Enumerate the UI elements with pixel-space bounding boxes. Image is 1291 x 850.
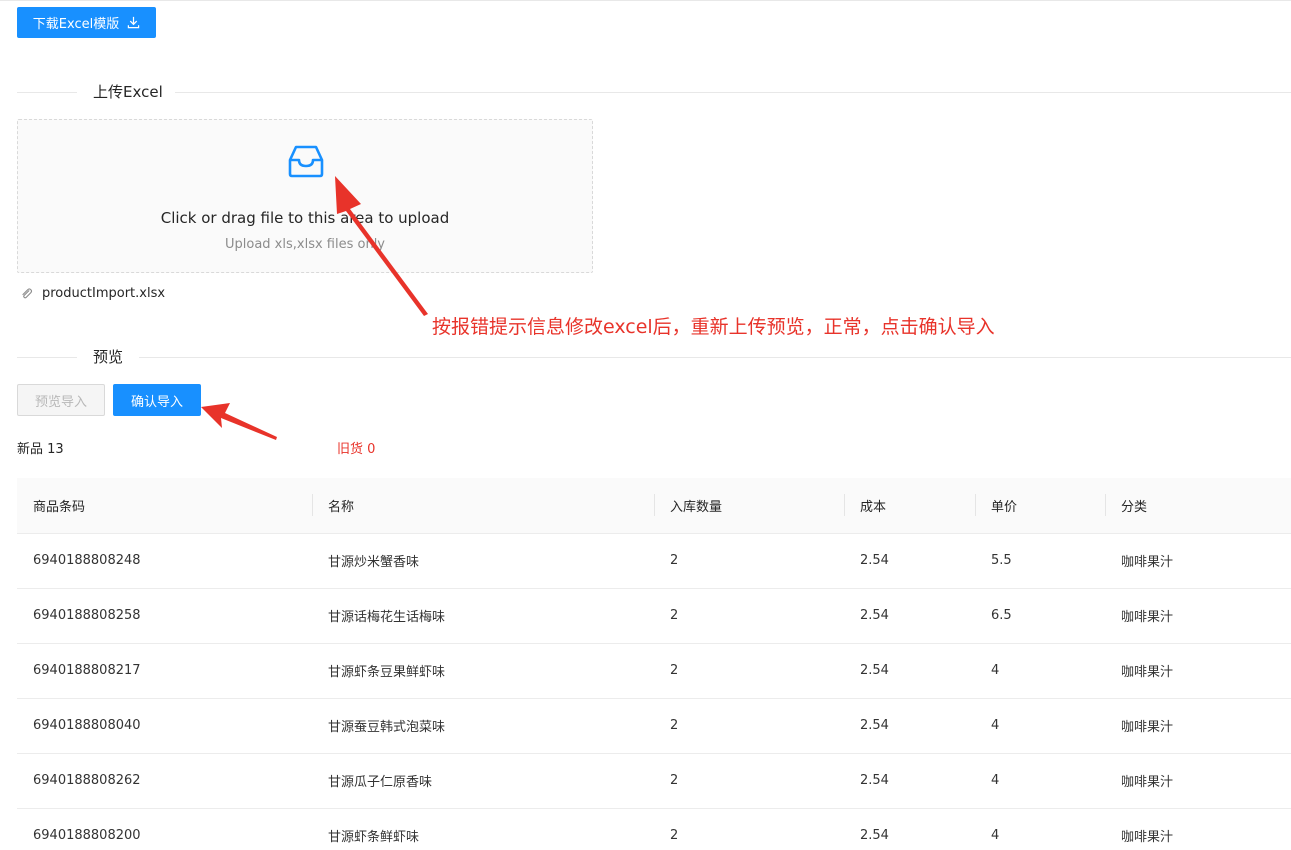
cell-name: 甘源瓜子仁原香味 bbox=[312, 753, 654, 809]
upload-section-divider: 上传Excel bbox=[17, 82, 1291, 102]
upload-section-title: 上传Excel bbox=[93, 83, 163, 101]
header-text: 分类 bbox=[1121, 499, 1148, 515]
cell-cost: 2.54 bbox=[844, 643, 975, 699]
new-items-count: 新品 13 bbox=[17, 442, 64, 457]
cell-cost: 2.54 bbox=[844, 698, 975, 754]
column-separator bbox=[975, 494, 976, 516]
cell-quantity: 2 bbox=[654, 533, 844, 589]
table-row: 6940188808262 甘源瓜子仁原香味 2 2.54 4 咖啡果汁 bbox=[17, 753, 1291, 809]
annotation-text: 按报错提示信息修改excel后，重新上传预览，正常，点击确认导入 bbox=[432, 316, 995, 338]
confirm-import-button[interactable]: 确认导入 bbox=[113, 384, 201, 416]
cell-barcode: 6940188808217 bbox=[17, 643, 312, 699]
cell-cost: 2.54 bbox=[844, 808, 975, 850]
cell-price: 4 bbox=[975, 753, 1105, 809]
cell-cost: 2.54 bbox=[844, 533, 975, 589]
old-items-count: 旧货 0 bbox=[337, 442, 376, 457]
header-text: 成本 bbox=[860, 499, 887, 515]
cell-quantity: 2 bbox=[654, 643, 844, 699]
column-separator bbox=[1105, 494, 1106, 516]
cell-name: 甘源虾条鲜虾味 bbox=[312, 808, 654, 850]
cell-quantity: 2 bbox=[654, 753, 844, 809]
table-row: 6940188808217 甘源虾条豆果鲜虾味 2 2.54 4 咖啡果汁 bbox=[17, 643, 1291, 699]
table-header-row: 商品条码 名称 入库数量 成本 单价 分类 bbox=[17, 478, 1291, 534]
cell-barcode: 6940188808262 bbox=[17, 753, 312, 809]
cell-price: 5.5 bbox=[975, 533, 1105, 589]
cell-category: 咖啡果汁 bbox=[1105, 643, 1291, 699]
cell-category: 咖啡果汁 bbox=[1105, 698, 1291, 754]
cell-barcode: 6940188808200 bbox=[17, 808, 312, 850]
cell-price: 4 bbox=[975, 643, 1105, 699]
cell-price: 6.5 bbox=[975, 588, 1105, 644]
divider-line-left bbox=[17, 357, 77, 358]
cell-cost: 2.54 bbox=[844, 753, 975, 809]
cell-name: 甘源蚕豆韩式泡菜味 bbox=[312, 698, 654, 754]
cell-price: 4 bbox=[975, 808, 1105, 850]
header-text: 单价 bbox=[991, 499, 1018, 515]
column-header-price: 单价 bbox=[975, 478, 1105, 534]
divider-line-right bbox=[175, 92, 1291, 93]
cell-name: 甘源话梅花生话梅味 bbox=[312, 588, 654, 644]
preview-table: 商品条码 名称 入库数量 成本 单价 分类 6940188808248 甘源炒米蟹… bbox=[17, 478, 1291, 850]
uploaded-file-name: productImport.xlsx bbox=[42, 285, 166, 301]
download-template-label: 下载Excel模版 bbox=[32, 17, 120, 32]
cell-barcode: 6940188808040 bbox=[17, 698, 312, 754]
cell-barcode: 6940188808248 bbox=[17, 533, 312, 589]
dropzone-hint-text: Upload xls,xlsx files only bbox=[225, 237, 385, 252]
column-separator bbox=[654, 494, 655, 516]
uploaded-file-item[interactable]: productImport.xlsx bbox=[20, 284, 165, 302]
column-header-cost: 成本 bbox=[844, 478, 975, 534]
column-header-category: 分类 bbox=[1105, 478, 1291, 534]
table-row: 6940188808248 甘源炒米蟹香味 2 2.54 5.5 咖啡果汁 bbox=[17, 533, 1291, 589]
column-header-name: 名称 bbox=[312, 478, 654, 534]
cell-name: 甘源虾条豆果鲜虾味 bbox=[312, 643, 654, 699]
column-separator bbox=[844, 494, 845, 516]
table-row: 6940188808200 甘源虾条鲜虾味 2 2.54 4 咖啡果汁 bbox=[17, 808, 1291, 850]
arrow-to-confirm-button bbox=[201, 403, 277, 440]
column-header-quantity: 入库数量 bbox=[654, 478, 844, 534]
cell-cost: 2.54 bbox=[844, 588, 975, 644]
header-text: 商品条码 bbox=[33, 499, 86, 515]
cell-category: 咖啡果汁 bbox=[1105, 753, 1291, 809]
header-text: 入库数量 bbox=[670, 499, 723, 515]
cell-category: 咖啡果汁 bbox=[1105, 533, 1291, 589]
table-row: 6940188808258 甘源话梅花生话梅味 2 2.54 6.5 咖啡果汁 bbox=[17, 588, 1291, 644]
top-border bbox=[0, 0, 1291, 1]
inbox-icon bbox=[288, 145, 324, 178]
cell-category: 咖啡果汁 bbox=[1105, 808, 1291, 850]
cell-quantity: 2 bbox=[654, 588, 844, 644]
dropzone-main-text: Click or drag file to this area to uploa… bbox=[160, 209, 450, 227]
preview-import-button[interactable]: 预览导入 bbox=[17, 384, 105, 416]
cell-barcode: 6940188808258 bbox=[17, 588, 312, 644]
divider-line-right bbox=[139, 357, 1291, 358]
preview-section-title: 预览 bbox=[93, 348, 124, 366]
cell-category: 咖啡果汁 bbox=[1105, 588, 1291, 644]
download-icon bbox=[128, 16, 140, 29]
paperclip-icon bbox=[22, 287, 33, 298]
table-row: 6940188808040 甘源蚕豆韩式泡菜味 2 2.54 4 咖啡果汁 bbox=[17, 698, 1291, 754]
column-header-barcode: 商品条码 bbox=[17, 478, 312, 534]
column-separator bbox=[312, 494, 313, 516]
cell-quantity: 2 bbox=[654, 808, 844, 850]
upload-dropzone[interactable]: Click or drag file to this area to uploa… bbox=[17, 119, 593, 273]
cell-price: 4 bbox=[975, 698, 1105, 754]
divider-line-left bbox=[17, 92, 77, 93]
header-text: 名称 bbox=[328, 499, 355, 515]
preview-section-divider: 预览 bbox=[17, 347, 1291, 367]
cell-quantity: 2 bbox=[654, 698, 844, 754]
cell-name: 甘源炒米蟹香味 bbox=[312, 533, 654, 589]
download-template-button[interactable]: 下载Excel模版 bbox=[17, 7, 156, 38]
